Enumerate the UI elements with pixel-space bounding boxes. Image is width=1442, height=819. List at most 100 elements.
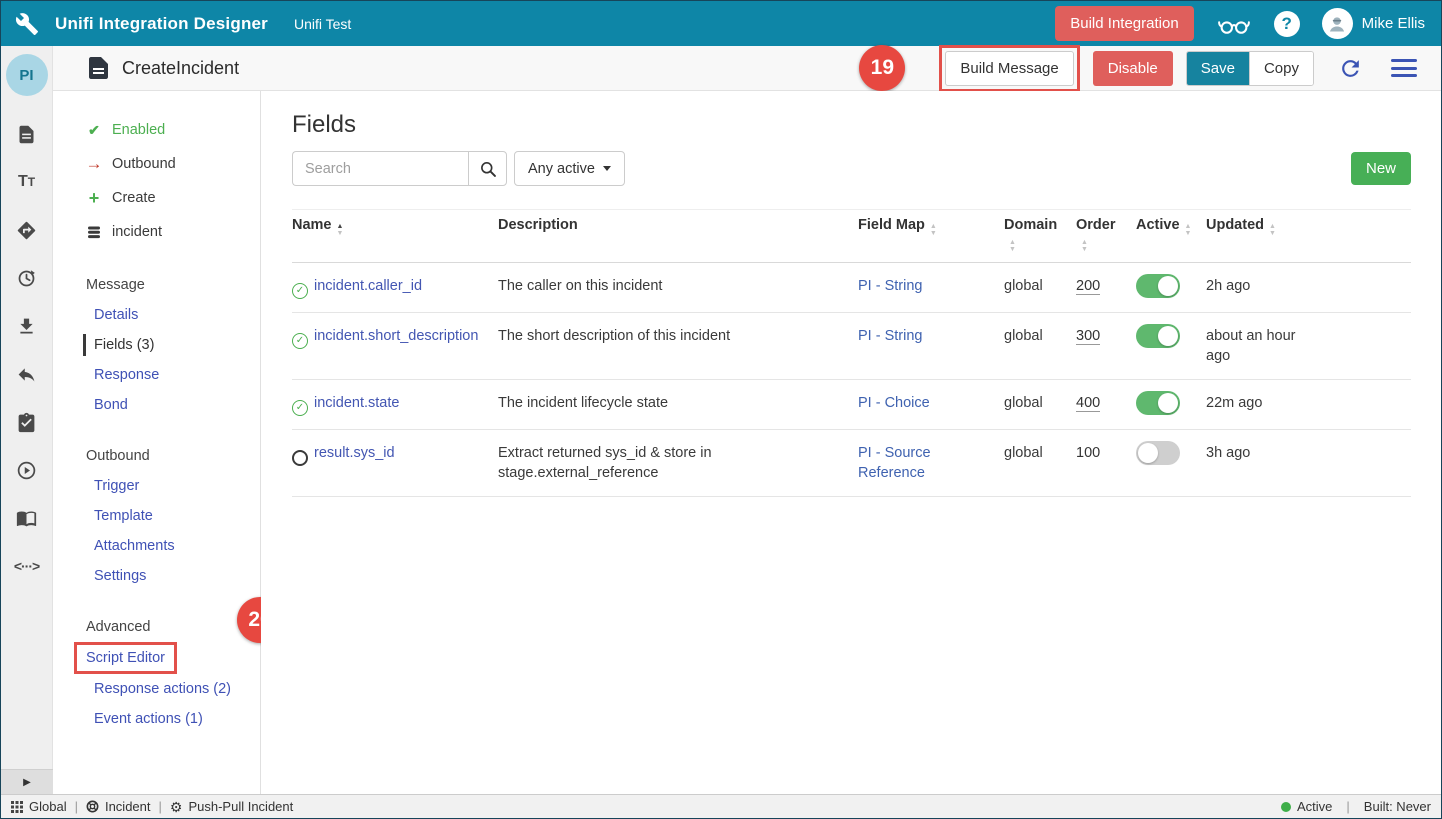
- nav-item-response[interactable]: Response: [94, 360, 260, 390]
- sort-icon: ▲▼: [1009, 240, 1016, 253]
- download-icon[interactable]: [13, 312, 41, 340]
- field-domain: global: [1004, 443, 1076, 463]
- reply-icon[interactable]: [13, 360, 41, 388]
- integration-selector[interactable]: Incident: [86, 799, 151, 814]
- save-button[interactable]: Save: [1187, 52, 1249, 85]
- field-domain: global: [1004, 276, 1076, 296]
- search-input[interactable]: [292, 151, 468, 186]
- directions-icon[interactable]: [13, 216, 41, 244]
- col-header-field-map[interactable]: Field Map▲▼: [858, 217, 1004, 237]
- check-icon: ✔: [86, 122, 102, 139]
- annotation-box-script-editor: Script Editor: [74, 642, 177, 674]
- col-header-active[interactable]: Active▲▼: [1136, 217, 1206, 237]
- copy-button[interactable]: Copy: [1249, 52, 1313, 85]
- annotation-step-19: 19: [859, 45, 905, 91]
- sort-icon: ▲▼: [930, 224, 937, 237]
- order-value[interactable]: 100: [1076, 445, 1100, 461]
- row-status-icon: ✓: [292, 450, 308, 466]
- nav-item-response-actions[interactable]: Response actions (2): [94, 674, 260, 704]
- fields-table: Name▲▼ Description Field Map▲▼ Domain▲▼ …: [292, 209, 1411, 497]
- nav-item-trigger[interactable]: Trigger: [94, 471, 260, 501]
- field-name-link[interactable]: result.sys_id: [314, 445, 395, 461]
- col-header-description[interactable]: Description: [498, 217, 858, 233]
- col-header-updated[interactable]: Updated▲▼: [1206, 217, 1338, 237]
- expand-sidebar-button[interactable]: ▶: [1, 769, 53, 794]
- domain-selector[interactable]: Global: [11, 799, 67, 814]
- order-value[interactable]: 300: [1076, 328, 1100, 345]
- user-menu[interactable]: Mike Ellis: [1322, 8, 1425, 39]
- search-icon: [479, 160, 497, 178]
- history-icon[interactable]: [13, 264, 41, 292]
- nav-item-template[interactable]: Template: [94, 501, 260, 531]
- active-toggle[interactable]: [1136, 324, 1180, 348]
- sort-icon: ▲▼: [1081, 240, 1088, 253]
- table-header-row: Name▲▼ Description Field Map▲▼ Domain▲▼ …: [292, 209, 1411, 263]
- built-status: Built: Never: [1364, 799, 1431, 814]
- order-value[interactable]: 400: [1076, 395, 1100, 412]
- message-header: CreateIncident 19 Build Message Disable …: [53, 46, 1441, 91]
- disable-button[interactable]: Disable: [1093, 51, 1173, 86]
- field-description: The caller on this incident: [498, 276, 858, 296]
- sort-icon: ▲▼: [1269, 224, 1276, 237]
- book-icon[interactable]: [13, 504, 41, 532]
- panel-title: Fields: [292, 111, 1411, 139]
- table-row: ✓incident.short_description The short de…: [292, 313, 1411, 380]
- active-toggle[interactable]: [1136, 391, 1180, 415]
- nav-item-script-editor[interactable]: Script Editor: [86, 645, 165, 671]
- field-name-link[interactable]: incident.short_description: [314, 328, 478, 344]
- col-header-order[interactable]: Order▲▼: [1076, 217, 1136, 253]
- nav-item-bond[interactable]: Bond: [94, 390, 260, 420]
- icon-rail: PI TT <···> ▶: [1, 46, 53, 794]
- field-updated: 22m ago: [1206, 393, 1338, 413]
- menu-icon[interactable]: [1391, 59, 1417, 77]
- database-icon: [86, 225, 102, 239]
- nav-item-fields[interactable]: Fields (3): [94, 330, 260, 360]
- nav-section-advanced: Advanced: [86, 612, 260, 642]
- table-row: ✓incident.state The incident lifecycle s…: [292, 380, 1411, 430]
- field-map-link[interactable]: PI - String: [858, 328, 922, 344]
- integration-avatar[interactable]: PI: [6, 54, 48, 96]
- build-integration-button[interactable]: Build Integration: [1055, 6, 1193, 41]
- page-title: CreateIncident: [122, 58, 239, 79]
- caret-down-icon: [603, 166, 611, 171]
- text-icon[interactable]: TT: [13, 168, 41, 196]
- field-domain: global: [1004, 393, 1076, 413]
- col-header-domain[interactable]: Domain▲▼: [1004, 217, 1076, 253]
- glasses-icon[interactable]: [1216, 12, 1252, 36]
- documentation-icon[interactable]: [13, 120, 41, 148]
- status-direction: → Outbound: [86, 147, 260, 181]
- active-toggle[interactable]: [1136, 274, 1180, 298]
- message-nav: ✔ Enabled → Outbound + Create incident M…: [53, 91, 261, 794]
- nav-item-details[interactable]: Details: [94, 300, 260, 330]
- nav-item-event-actions[interactable]: Event actions (1): [94, 704, 260, 734]
- nav-section-message: Message: [86, 270, 260, 300]
- table-row: ✓incident.caller_id The caller on this i…: [292, 263, 1411, 313]
- app-title: Unifi Integration Designer: [55, 14, 268, 34]
- nav-item-attachments[interactable]: Attachments: [94, 531, 260, 561]
- field-name-link[interactable]: incident.state: [314, 395, 399, 411]
- active-filter-dropdown[interactable]: Any active: [514, 151, 625, 186]
- order-value[interactable]: 200: [1076, 278, 1100, 295]
- build-message-button[interactable]: Build Message: [945, 51, 1073, 86]
- field-map-link[interactable]: PI - Source Reference: [858, 445, 931, 481]
- field-name-link[interactable]: incident.caller_id: [314, 278, 422, 294]
- refresh-icon[interactable]: [1338, 56, 1363, 81]
- field-map-link[interactable]: PI - String: [858, 278, 922, 294]
- play-icon[interactable]: [13, 456, 41, 484]
- task-icon[interactable]: [13, 408, 41, 436]
- process-selector[interactable]: ⚙ Push-Pull Incident: [170, 799, 293, 814]
- field-map-link[interactable]: PI - Choice: [858, 395, 930, 411]
- col-header-name[interactable]: Name▲▼: [292, 217, 498, 237]
- new-field-button[interactable]: New: [1351, 152, 1411, 185]
- nav-section-outbound: Outbound: [86, 441, 260, 471]
- code-icon[interactable]: <···>: [13, 552, 41, 580]
- active-toggle[interactable]: [1136, 441, 1180, 465]
- arrow-right-icon: →: [86, 157, 102, 171]
- field-description: The short description of this incident: [498, 326, 858, 346]
- nav-item-settings[interactable]: Settings: [94, 561, 260, 591]
- search-button[interactable]: [468, 151, 507, 186]
- status-create: + Create: [86, 181, 260, 215]
- field-domain: global: [1004, 326, 1076, 346]
- help-icon[interactable]: ?: [1274, 11, 1300, 37]
- user-name: Mike Ellis: [1362, 15, 1425, 32]
